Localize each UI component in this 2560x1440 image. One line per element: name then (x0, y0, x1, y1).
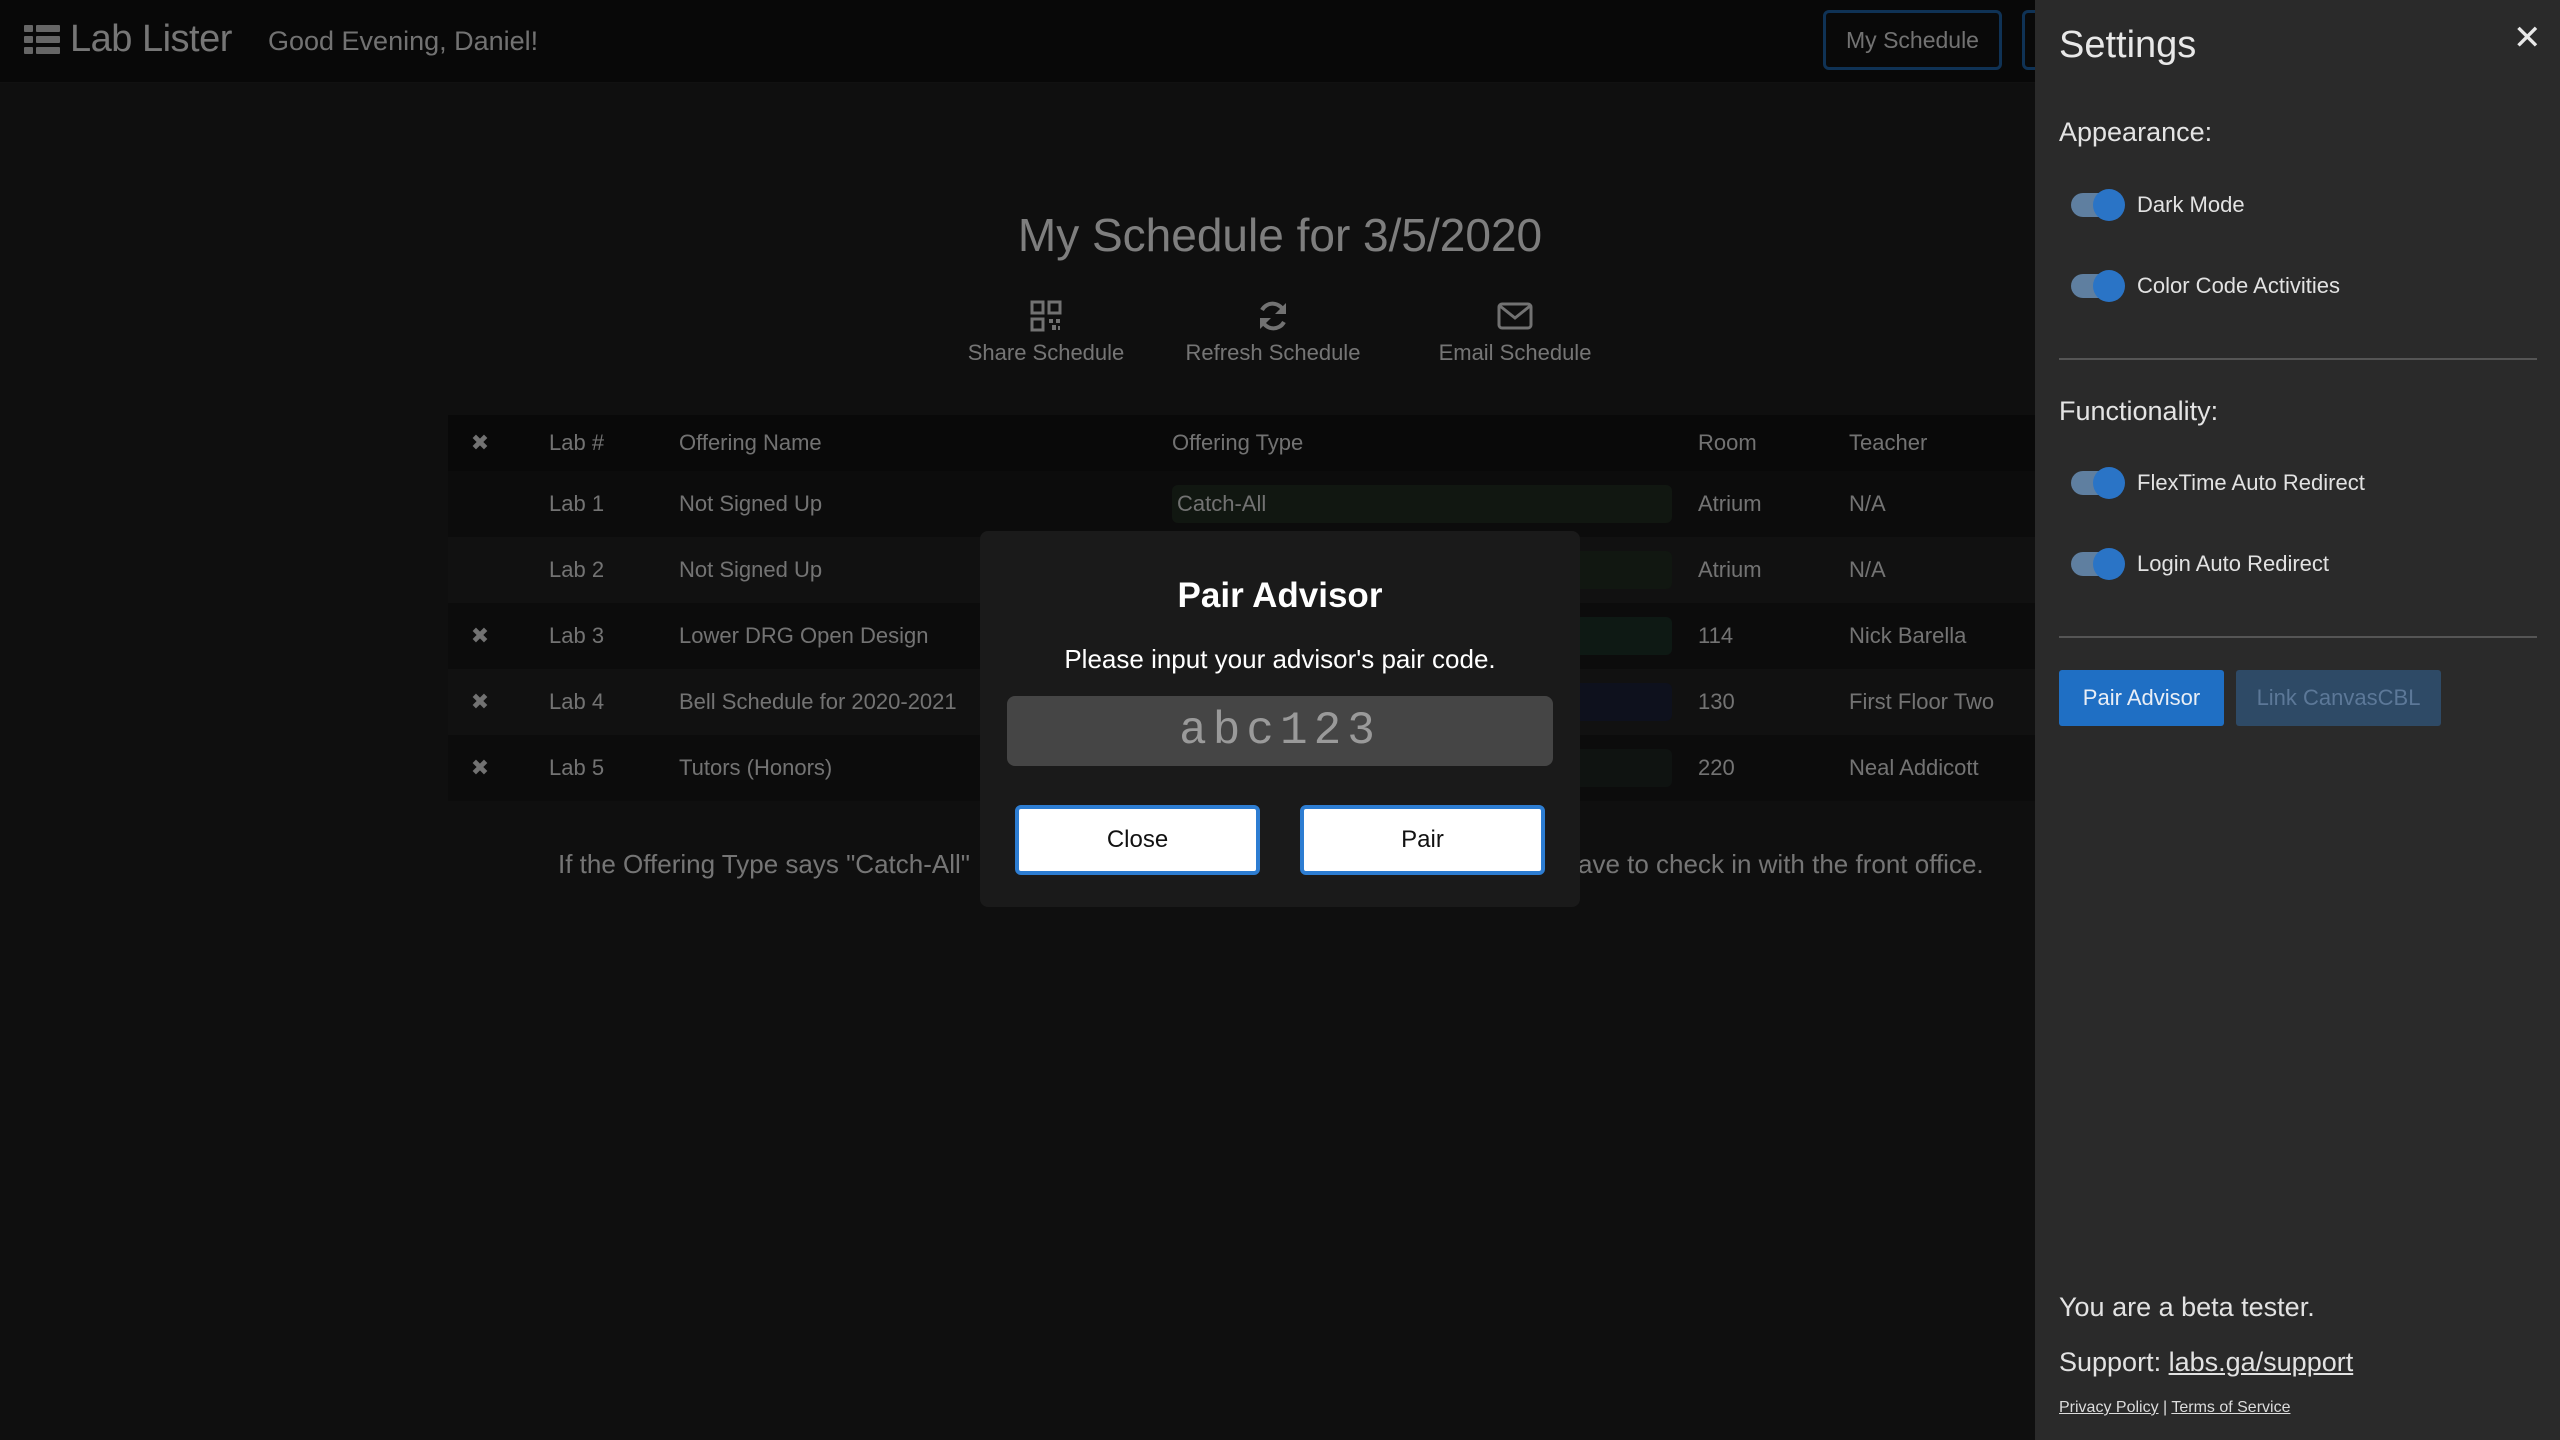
pair-code-input[interactable] (1007, 696, 1553, 766)
color-code-label: Color Code Activities (2137, 273, 2340, 298)
dark-mode-label: Dark Mode (2137, 192, 2245, 217)
pair-advisor-button[interactable]: Pair Advisor (2059, 670, 2224, 726)
settings-panel: Settings ✕ Appearance: Dark Mode Color C… (2035, 0, 2560, 1440)
legal-links: Privacy Policy | Terms of Service (2059, 1399, 2290, 1417)
flextime-toggle[interactable] (2071, 467, 2125, 499)
login-redirect-toggle-row[interactable]: Login Auto Redirect (2071, 548, 2330, 580)
pair-advisor-modal: Pair Advisor Please input your advisor's… (980, 531, 1580, 907)
privacy-policy-link[interactable]: Privacy Policy (2059, 1399, 2159, 1416)
login-redirect-label: Login Auto Redirect (2137, 551, 2330, 576)
support-line: Support: labs.ga/support (2059, 1347, 2353, 1378)
settings-title: Settings (2059, 24, 2197, 66)
login-redirect-toggle[interactable] (2071, 548, 2125, 580)
modal-title: Pair Advisor (1177, 576, 1383, 615)
modal-subtitle: Please input your advisor's pair code. (1064, 644, 1496, 674)
divider (2059, 358, 2537, 360)
color-code-toggle[interactable] (2071, 270, 2125, 302)
flextime-label: FlexTime Auto Redirect (2137, 470, 2365, 495)
flextime-toggle-row[interactable]: FlexTime Auto Redirect (2071, 467, 2365, 499)
close-button[interactable]: Close (1015, 805, 1260, 875)
beta-tester-notice: You are a beta tester. (2059, 1292, 2315, 1322)
legal-separator: | (2163, 1399, 2168, 1416)
pair-button[interactable]: Pair (1300, 805, 1545, 875)
divider (2059, 636, 2537, 638)
functionality-heading: Functionality: (2059, 396, 2219, 426)
appearance-heading: Appearance: (2059, 117, 2213, 147)
link-canvas-button[interactable]: Link CanvasCBL (2236, 670, 2441, 726)
dark-mode-toggle[interactable] (2071, 189, 2125, 221)
close-icon[interactable]: ✕ (2513, 18, 2542, 58)
support-link[interactable]: labs.ga/support (2169, 1347, 2354, 1377)
support-label: Support: (2059, 1347, 2162, 1377)
terms-of-service-link[interactable]: Terms of Service (2171, 1399, 2290, 1416)
dark-mode-toggle-row[interactable]: Dark Mode (2071, 189, 2245, 221)
color-code-toggle-row[interactable]: Color Code Activities (2071, 270, 2340, 302)
